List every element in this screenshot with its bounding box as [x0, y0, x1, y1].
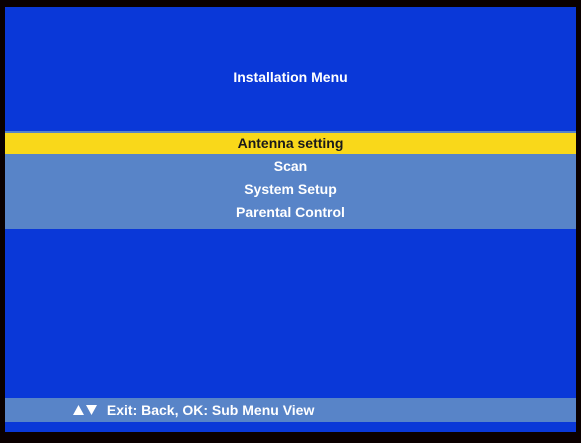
help-hint-text: Exit: Back, OK: Sub Menu View	[106, 402, 315, 418]
menu-item-system-setup[interactable]: System Setup	[5, 179, 576, 200]
menu-item-antenna-setting[interactable]: Antenna setting	[5, 133, 576, 154]
tv-screen: Installation Menu Antenna setting Scan S…	[0, 0, 581, 443]
up-down-arrows-icon	[73, 404, 97, 416]
menu-item-parental-control[interactable]: Parental Control	[5, 202, 576, 223]
menu-item-scan[interactable]: Scan	[5, 156, 576, 177]
help-bar-content: Exit: Back, OK: Sub Menu View	[73, 398, 314, 422]
help-bar: Exit: Back, OK: Sub Menu View	[5, 398, 576, 422]
menu-list: Antenna setting Scan System Setup Parent…	[5, 131, 576, 229]
installation-menu-panel: Installation Menu Antenna setting Scan S…	[5, 7, 576, 432]
page-title: Installation Menu	[233, 69, 348, 85]
